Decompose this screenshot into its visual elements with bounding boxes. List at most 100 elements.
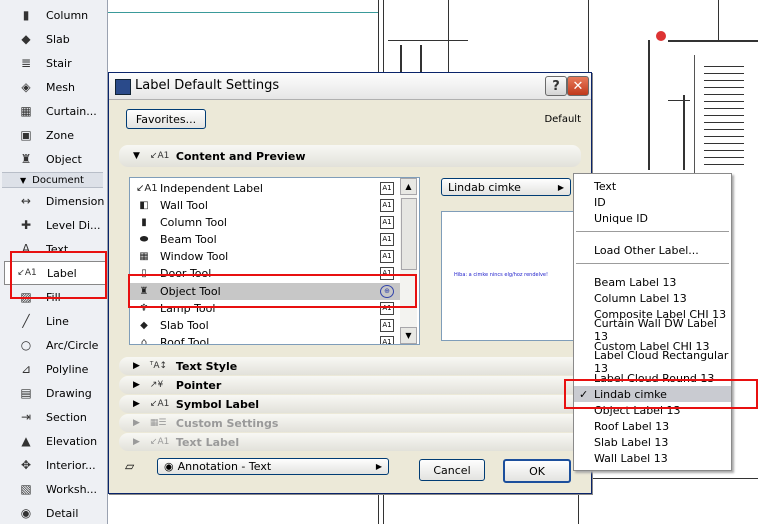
- preview-error-text: Hiba: a cimke nincs elg/hoz rendelve!: [454, 272, 549, 278]
- section-content-preview[interactable]: ▼ ↙A1 Content and Preview: [119, 145, 581, 167]
- drawing-icon: ▤: [20, 386, 32, 400]
- plan-line: [588, 478, 758, 479]
- plan-line: [448, 0, 449, 72]
- tool-stair[interactable]: ≣ Stair: [4, 52, 104, 74]
- tool-list[interactable]: ↙A1 Independent Label A1 ◧ Wall Tool A1 ▮ Col…: [129, 177, 420, 345]
- tool-drawing[interactable]: ▤ Drawing: [4, 382, 104, 404]
- triangle-right-icon: ▶: [375, 462, 382, 471]
- tool-arc-circle[interactable]: ○ Arc/Circle: [4, 334, 104, 356]
- scroll-up-button[interactable]: ▲: [400, 178, 417, 195]
- question-icon: ?: [552, 78, 560, 94]
- menu-item-label[interactable]: Slab Label 13: [574, 434, 731, 450]
- plan-wall-line: [648, 40, 650, 170]
- triangle-down-icon: ▼: [20, 175, 27, 185]
- stair-icon: ≣: [20, 56, 32, 70]
- menu-item-label[interactable]: Wall Label 13: [574, 450, 731, 466]
- tool-worksheet[interactable]: ▧ Worksh...: [4, 478, 104, 500]
- label-type-dropdown[interactable]: Lindab cimke ▶: [441, 178, 571, 196]
- label-type-icon: A1: [380, 336, 394, 344]
- tool-object[interactable]: ♜ Object: [4, 148, 104, 170]
- menu-item-label[interactable]: Curtain Wall DW Label 13: [574, 317, 731, 343]
- tool-column[interactable]: ▮ Column: [4, 4, 104, 26]
- menu-separator: [576, 231, 729, 232]
- toolbox-section-document[interactable]: ▼ Document: [2, 172, 103, 188]
- tool-mesh[interactable]: ◈ Mesh: [4, 76, 104, 98]
- menu-item-label[interactable]: Roof Label 13: [574, 418, 731, 434]
- zone-icon: ▣: [20, 128, 32, 142]
- elevation-icon: ▲: [21, 434, 31, 448]
- section-symbol-label[interactable]: ▶ ↙A1 Symbol Label: [119, 395, 581, 413]
- tool-line[interactable]: ╱ Line: [4, 310, 104, 332]
- tool-curtain-wall[interactable]: ▦ Curtain...: [4, 100, 104, 122]
- beam-icon: ⬬: [139, 234, 149, 245]
- list-item[interactable]: ◆ Slab Tool A1: [130, 317, 400, 334]
- column-icon: ▮: [22, 8, 30, 22]
- label-icon: ↙A1: [149, 151, 170, 161]
- menu-item-label[interactable]: Column Label 13: [574, 290, 731, 306]
- cancel-button[interactable]: Cancel: [419, 459, 485, 481]
- triangle-right-icon: ▶: [133, 437, 140, 447]
- level-dimension-icon: ✚: [20, 218, 32, 232]
- label-preview: Hiba: a cimke nincs elg/hoz rendelve!: [441, 211, 574, 341]
- favorites-button[interactable]: Favorites...: [126, 109, 206, 129]
- plan-wall-line: [668, 40, 758, 42]
- detail-icon: ◉: [20, 506, 32, 520]
- tool-zone[interactable]: ▣ Zone: [4, 124, 104, 146]
- list-item[interactable]: ◧ Wall Tool A1: [130, 197, 400, 214]
- menu-item-unique-id[interactable]: Unique ID: [574, 210, 731, 226]
- triangle-right-icon: ▶: [133, 399, 140, 409]
- list-item[interactable]: ↙A1 Independent Label A1: [130, 180, 400, 197]
- tool-level-dimension[interactable]: ✚ Level Di...: [4, 214, 104, 236]
- interior-elevation-icon: ✥: [20, 458, 32, 472]
- eye-icon: ◉: [164, 460, 174, 473]
- help-button[interactable]: ?: [545, 76, 567, 96]
- custom-settings-icon: ▦☰: [149, 418, 167, 428]
- close-button[interactable]: ✕: [567, 76, 589, 96]
- tool-slab[interactable]: ◆ Slab: [4, 28, 104, 50]
- list-item[interactable]: ⌂ Roof Tool A1: [130, 334, 400, 345]
- plan-line: [718, 0, 719, 40]
- scroll-thumb[interactable]: [401, 198, 417, 270]
- scroll-down-button[interactable]: ▼: [400, 327, 417, 344]
- menu-item-load-other[interactable]: Load Other Label...: [574, 242, 731, 258]
- list-item[interactable]: ▦ Window Tool A1: [130, 248, 400, 265]
- line-icon: ╱: [22, 314, 30, 328]
- ok-button[interactable]: OK: [503, 459, 571, 483]
- roof-icon: ⌂: [140, 337, 148, 345]
- menu-item-text[interactable]: Text: [574, 178, 731, 194]
- worksheet-icon: ▧: [20, 482, 32, 496]
- tool-polyline[interactable]: ⊿ Polyline: [4, 358, 104, 380]
- label-type-icon: A1: [380, 199, 394, 212]
- plan-line: [388, 40, 468, 41]
- tool-elevation[interactable]: ▲ Elevation: [4, 430, 104, 452]
- menu-item-label[interactable]: Beam Label 13: [574, 274, 731, 290]
- menu-item-label[interactable]: Label Cloud Rectangular 13: [574, 349, 731, 375]
- list-item[interactable]: ⬬ Beam Tool A1: [130, 231, 400, 248]
- section-pointer[interactable]: ▶ ↗¥ Pointer: [119, 376, 581, 394]
- list-item[interactable]: ▮ Column Tool A1: [130, 214, 400, 231]
- tool-dimension[interactable]: ↔ Dimension: [4, 190, 104, 212]
- label-type-icon: A1: [380, 319, 394, 332]
- chevron-up-icon: ▲: [405, 182, 412, 191]
- plan-marker: [656, 31, 666, 41]
- polyline-icon: ⊿: [20, 362, 32, 376]
- tool-section[interactable]: ⇥ Section: [4, 406, 104, 428]
- menu-item-id[interactable]: ID: [574, 194, 731, 210]
- section-custom-settings[interactable]: ▶ ▦☰ Custom Settings: [119, 414, 581, 432]
- label-type-icon: A1: [380, 216, 394, 229]
- dialog-titlebar[interactable]: Label Default Settings ? ✕: [109, 73, 591, 100]
- triangle-right-icon: ▶: [133, 380, 140, 390]
- highlight-box-lindab-cimke: [564, 379, 758, 409]
- section-text-label[interactable]: ▶ ↙A1 Text Label: [119, 433, 581, 451]
- list-scrollbar[interactable]: ▲ ▼: [400, 178, 417, 344]
- plan-line: [400, 45, 402, 73]
- label-type-icon: A1: [380, 250, 394, 263]
- triangle-right-icon: ▶: [557, 182, 564, 192]
- pointer-icon: ↗¥: [149, 380, 164, 390]
- layer-dropdown[interactable]: ◉ Annotation - Text ▶: [157, 458, 389, 475]
- section-text-style[interactable]: ▶ ᵀA↕ Text Style: [119, 357, 581, 375]
- tool-interior-elevation[interactable]: ✥ Interior...: [4, 454, 104, 476]
- window-icon: ▦: [139, 251, 149, 262]
- section-icon: ⇥: [20, 410, 32, 424]
- tool-detail[interactable]: ◉ Detail: [4, 502, 104, 524]
